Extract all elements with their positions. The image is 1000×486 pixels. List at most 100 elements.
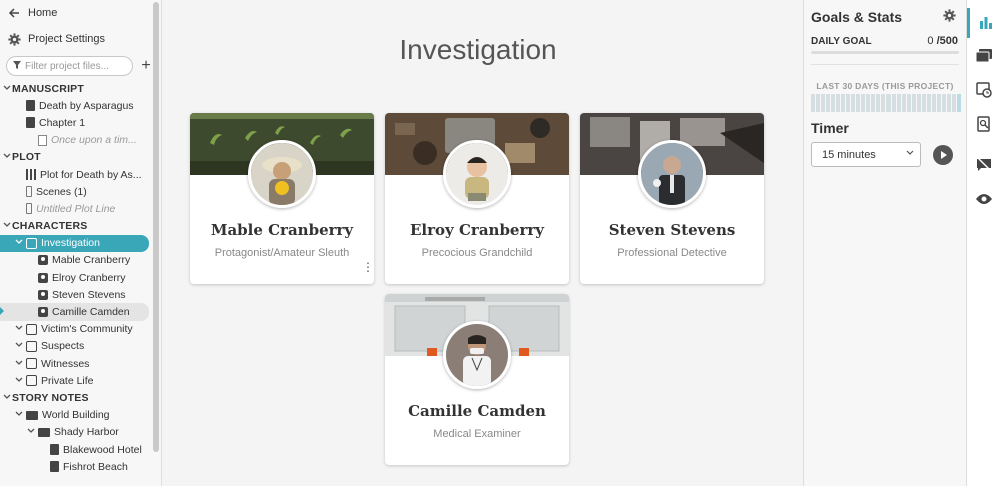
- day-bar: [901, 94, 906, 112]
- tree-section-story-notes[interactable]: STORY NOTES: [0, 389, 161, 406]
- day-bar: [906, 94, 911, 112]
- tree-section-characters[interactable]: CHARACTERS: [0, 218, 161, 235]
- filter-input[interactable]: Filter project files...: [6, 56, 133, 76]
- chevron-down-icon[interactable]: [2, 221, 12, 231]
- document-icon: [50, 444, 59, 456]
- character-card[interactable]: Steven Stevens Professional Detective: [580, 113, 764, 284]
- day-bar: [951, 94, 956, 112]
- daily-goal-value: 0 /500: [927, 35, 958, 47]
- eye-icon: [976, 193, 992, 208]
- tree-section-manuscript[interactable]: MANUSCRIPT: [0, 80, 161, 97]
- plot-board-icon: [26, 169, 36, 181]
- tree-item-label: Blakewood Hotel: [63, 443, 142, 456]
- chevron-down-icon[interactable]: [14, 359, 24, 369]
- home-link[interactable]: Home: [0, 0, 161, 26]
- tree-item-fishrot-beach[interactable]: Fishrot Beach: [0, 458, 161, 475]
- chevron-down-icon[interactable]: [14, 410, 24, 420]
- main-content: Investigation Mable Cranberry Protagonis…: [163, 0, 803, 486]
- tree-item-mable-cranberry[interactable]: Mable Cranberry: [0, 252, 161, 269]
- character-card[interactable]: Elroy Cranberry Precocious Grandchild: [385, 113, 569, 284]
- card-menu-icon[interactable]: ⋮: [362, 261, 374, 273]
- day-bar: [881, 94, 886, 112]
- project-tree: MANUSCRIPT Death by Asparagus Chapter 1 Onc…: [0, 80, 161, 475]
- chevron-down-icon[interactable]: [2, 84, 12, 94]
- cards-tab[interactable]: [967, 42, 1000, 72]
- daily-goal-label: DAILY GOAL: [811, 36, 872, 47]
- tree-item-private-life[interactable]: Private Life: [0, 372, 161, 389]
- chevron-down-icon[interactable]: [26, 427, 36, 437]
- character-role: Medical Examiner: [433, 428, 521, 440]
- comments-tab[interactable]: [967, 151, 1000, 181]
- tree-item-camille-camden[interactable]: Camille Camden: [0, 303, 149, 321]
- tree-item-scenes-1[interactable]: Scenes (1): [0, 183, 161, 200]
- plot-line-icon: [26, 186, 32, 198]
- tree-item-elroy-cranberry[interactable]: Elroy Cranberry: [0, 269, 161, 286]
- tree-item-world-building[interactable]: World Building: [0, 407, 161, 424]
- folder-icon: [38, 427, 50, 437]
- tree-item-shady-harbor[interactable]: Shady Harbor: [0, 424, 161, 441]
- day-bar: [821, 94, 826, 112]
- tree-item-blakewood-hotel[interactable]: Blakewood Hotel: [0, 441, 161, 458]
- tree-item-plot-for-death-by-as[interactable]: Plot for Death by As...: [0, 166, 161, 183]
- history-tab[interactable]: [967, 76, 1000, 106]
- chevron-down-icon[interactable]: [14, 376, 24, 386]
- chapter-icon: [26, 117, 35, 129]
- day-bar: [931, 94, 936, 112]
- tree-item-witnesses[interactable]: Witnesses: [0, 355, 161, 372]
- tree-item-label: Untitled Plot Line: [36, 202, 116, 215]
- preview-tab[interactable]: [967, 185, 1000, 215]
- timer-play-button[interactable]: [933, 145, 953, 165]
- tree-item-label: MANUSCRIPT: [12, 82, 84, 95]
- daily-goal-target: /500: [936, 35, 958, 47]
- character-folder-icon: [26, 340, 37, 352]
- day-bar: [921, 94, 926, 112]
- project-settings-link[interactable]: Project Settings: [0, 26, 161, 52]
- sidebar-scrollbar[interactable]: [153, 2, 159, 452]
- tree-item-untitled-plot-line[interactable]: Untitled Plot Line: [0, 200, 161, 217]
- goals-stats-tab[interactable]: [967, 8, 1000, 38]
- character-role: Precocious Grandchild: [421, 247, 533, 259]
- divider: [811, 64, 959, 65]
- filter-icon: [13, 61, 21, 71]
- day-bar: [846, 94, 851, 112]
- tree-item-suspects[interactable]: Suspects: [0, 338, 161, 355]
- chevron-down-icon[interactable]: [2, 393, 12, 403]
- search-tab[interactable]: [967, 110, 1000, 140]
- document-icon: [26, 100, 35, 112]
- tree-item-label: Elroy Cranberry: [52, 271, 126, 284]
- tree-item-label: PLOT: [12, 151, 41, 164]
- cards-icon: [975, 48, 992, 66]
- panel-title: Goals & Stats: [811, 9, 903, 25]
- tree-item-label: CHARACTERS: [12, 220, 88, 233]
- day-bar: [871, 94, 876, 112]
- tree-item-investigation[interactable]: Investigation: [0, 234, 149, 252]
- tree-item-steven-stevens[interactable]: Steven Stevens: [0, 286, 161, 303]
- chevron-down-icon: [906, 149, 914, 159]
- tree-item-death-by-asparagus[interactable]: Death by Asparagus: [0, 97, 161, 114]
- day-bar: [886, 94, 891, 112]
- tree-item-label: World Building: [42, 409, 110, 422]
- tree-section-plot[interactable]: PLOT: [0, 149, 161, 166]
- tree-item-label: Suspects: [41, 340, 85, 353]
- character-card[interactable]: Mable Cranberry Protagonist/Amateur Sleu…: [190, 113, 374, 284]
- goals-stats-panel: Goals & Stats DAILY GOAL 0 /500 LAST 30 …: [803, 0, 966, 486]
- goals-settings-gear-icon[interactable]: [943, 9, 956, 25]
- tree-item-label: Fishrot Beach: [63, 460, 128, 473]
- chevron-down-icon[interactable]: [14, 238, 24, 248]
- character-role: Protagonist/Amateur Sleuth: [214, 247, 350, 259]
- timer-duration-select[interactable]: 15 minutes: [811, 142, 921, 167]
- day-bar: [941, 94, 946, 112]
- chevron-down-icon[interactable]: [14, 341, 24, 351]
- day-bar: [936, 94, 941, 112]
- tree-item-once-upon-a-tim[interactable]: Once upon a tim...: [0, 132, 161, 149]
- tree-item-chapter-1[interactable]: Chapter 1: [0, 114, 161, 131]
- home-label: Home: [28, 7, 58, 19]
- tree-item-victim-s-community[interactable]: Victim's Community: [0, 321, 161, 338]
- tree-item-label: Plot for Death by As...: [40, 168, 142, 181]
- chevron-down-icon[interactable]: [2, 152, 12, 162]
- character-card[interactable]: Camille Camden Medical Examiner: [385, 294, 569, 465]
- sidebar: Home Project Settings Filter project fil…: [0, 0, 162, 486]
- chevron-down-icon[interactable]: [14, 324, 24, 334]
- day-bar: [836, 94, 841, 112]
- day-bar: [861, 94, 866, 112]
